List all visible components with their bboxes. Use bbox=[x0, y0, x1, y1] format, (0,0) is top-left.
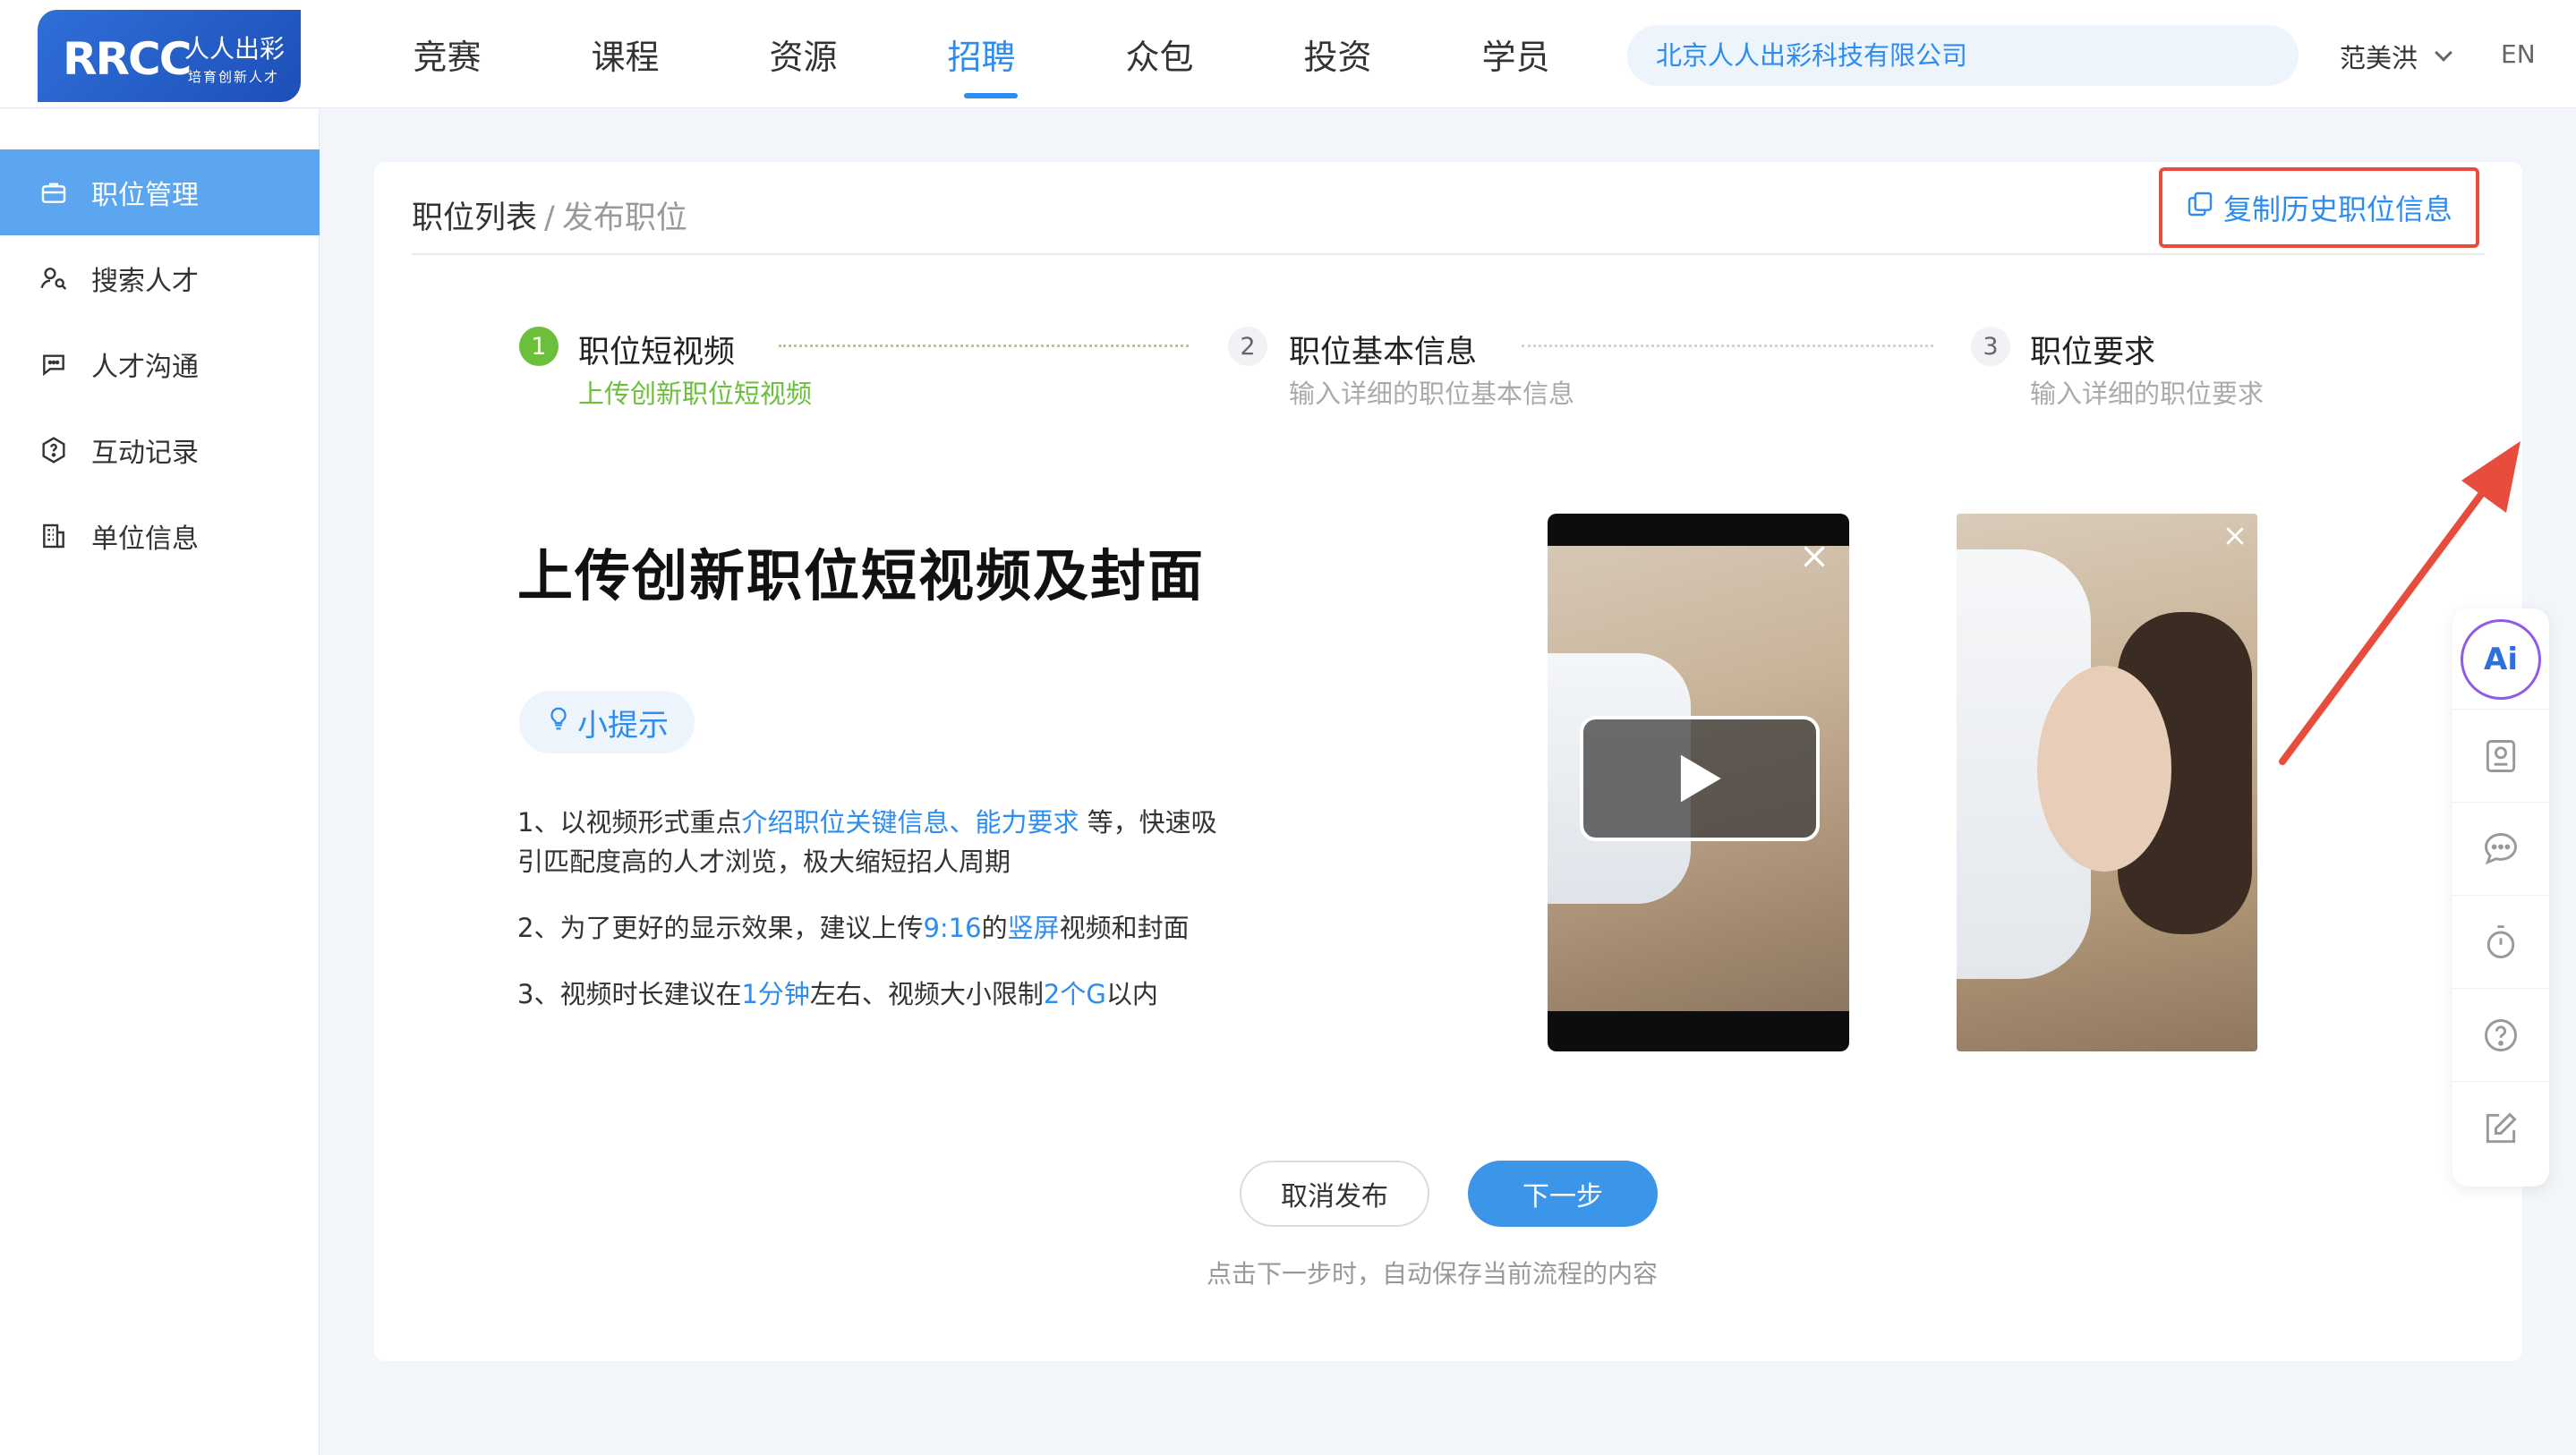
tip3-text-a: 3、视频时长建议在 bbox=[517, 979, 742, 1009]
logo-brand-text: RRCC bbox=[63, 33, 192, 85]
building-icon bbox=[39, 522, 68, 550]
edit-icon bbox=[2486, 1111, 2517, 1143]
nav-item-resources[interactable]: 资源 bbox=[714, 0, 892, 108]
message-icon bbox=[2485, 832, 2517, 864]
video-preview[interactable] bbox=[1548, 514, 1849, 1051]
breadcrumb-separator: / bbox=[544, 200, 555, 236]
tip3-duration: 1分钟 bbox=[741, 979, 810, 1009]
nav-item-students[interactable]: 学员 bbox=[1427, 0, 1605, 108]
sidebar-item-label: 职位管理 bbox=[91, 180, 199, 211]
user-menu[interactable]: 范美洪 bbox=[2340, 38, 2452, 75]
help-icon bbox=[2485, 1018, 2517, 1051]
copy-icon bbox=[2186, 190, 2214, 225]
sidebar-item-label: 人才沟通 bbox=[91, 352, 199, 383]
person-search-icon bbox=[39, 264, 68, 293]
sidebar-item-label: 搜索人才 bbox=[91, 266, 199, 297]
help-button[interactable] bbox=[2452, 988, 2549, 1081]
tip1-text-a: 1、以视频形式重点 bbox=[517, 807, 742, 838]
breadcrumb-current: 发布职位 bbox=[561, 200, 687, 236]
hexagon-question-icon bbox=[39, 436, 68, 464]
profile-card-button[interactable] bbox=[2452, 709, 2549, 802]
play-icon bbox=[1680, 754, 1721, 803]
logo-sub-text: 培育创新人才 bbox=[188, 69, 280, 85]
cover-preview[interactable] bbox=[1957, 514, 2257, 1051]
tip-paragraph-2: 2、为了更好的显示效果，建议上传9:16的竖屏视频和封面 bbox=[517, 908, 1190, 948]
tip-paragraph-3: 3、视频时长建议在1分钟左右、视频大小限制2个G以内 bbox=[517, 974, 1158, 1014]
step-connector-2 bbox=[1522, 345, 1933, 347]
sidebar-item-talent-chat[interactable]: 人才沟通 bbox=[0, 321, 320, 407]
sidebar: 职位管理 搜索人才 人才沟通 互动记录 单位信息 bbox=[0, 109, 320, 1455]
tip3-text-c: 左右、视频大小限制 bbox=[809, 979, 1044, 1009]
sidebar-item-label: 互动记录 bbox=[91, 438, 199, 469]
ai-assistant-button[interactable]: Ai bbox=[2461, 619, 2541, 700]
timer-button[interactable] bbox=[2452, 895, 2549, 988]
breadcrumb: 职位列表 / 发布职位 bbox=[412, 192, 687, 238]
sidebar-item-company-info[interactable]: 单位信息 bbox=[0, 493, 320, 579]
language-switch[interactable]: EN bbox=[2501, 39, 2536, 69]
nav-item-recruitment[interactable]: 招聘 bbox=[892, 0, 1070, 108]
header-divider bbox=[412, 253, 2485, 255]
lightbulb-icon bbox=[545, 704, 572, 740]
briefcase-icon bbox=[39, 178, 68, 207]
tip3-text-e: 以内 bbox=[1105, 979, 1158, 1009]
tip-paragraph-1: 1、以视频形式重点介绍职位关键信息、能力要求 等，快速吸 引匹配度高的人才浏览，… bbox=[517, 803, 1217, 881]
tip2-ratio: 9:16 bbox=[923, 913, 982, 943]
step-3-title: 职位要求 bbox=[2030, 335, 2156, 370]
edit-button[interactable] bbox=[2452, 1081, 2549, 1174]
copy-history-job-button[interactable]: 复制历史职位信息 bbox=[2159, 167, 2479, 248]
tip-label: 小提示 bbox=[577, 707, 669, 744]
breadcrumb-job-list[interactable]: 职位列表 bbox=[412, 200, 537, 236]
step-1-title: 职位短视频 bbox=[578, 335, 736, 370]
tip1-text-c: 等，快速吸 bbox=[1079, 807, 1217, 838]
step-connector-1 bbox=[779, 345, 1189, 347]
step-1-desc: 上传创新职位短视频 bbox=[578, 379, 813, 409]
main-nav: 竞赛 课程 资源 招聘 众包 投资 学员 bbox=[358, 0, 1605, 108]
tip1-highlight: 介绍职位关键信息、能力要求 bbox=[741, 807, 1079, 838]
copy-history-label: 复制历史职位信息 bbox=[2222, 192, 2452, 226]
sidebar-item-search-talent[interactable]: 搜索人才 bbox=[0, 235, 320, 321]
rrcc-logo[interactable]: RRCC 人人出彩 培育创新人才 bbox=[38, 10, 301, 102]
upload-section-title: 上传创新职位短视频及封面 bbox=[517, 543, 1206, 608]
nav-item-crowdsourcing[interactable]: 众包 bbox=[1070, 0, 1249, 108]
close-icon[interactable] bbox=[2222, 523, 2248, 549]
timer-icon bbox=[2486, 924, 2515, 958]
tip3-size: 2个G bbox=[1043, 979, 1106, 1009]
nav-item-courses[interactable]: 课程 bbox=[536, 0, 714, 108]
step-3-number: 3 bbox=[1971, 327, 2010, 366]
tip-badge: 小提示 bbox=[519, 691, 695, 753]
sidebar-item-job-management[interactable]: 职位管理 bbox=[0, 149, 320, 235]
step-2-title: 职位基本信息 bbox=[1289, 335, 1478, 370]
step-1-number: 1 bbox=[519, 327, 559, 366]
step-3-desc: 输入详细的职位要求 bbox=[2030, 379, 2265, 409]
nav-item-competition[interactable]: 竞赛 bbox=[358, 0, 536, 108]
cancel-publish-button[interactable]: 取消发布 bbox=[1240, 1161, 1429, 1227]
profile-card-icon bbox=[2486, 739, 2516, 772]
tip1-text-d: 引匹配度高的人才浏览，极大缩短招人周期 bbox=[517, 847, 1011, 877]
tip2-text-c: 的 bbox=[981, 913, 1008, 943]
autosave-hint: 点击下一步时，自动保存当前流程的内容 bbox=[1207, 1259, 1659, 1289]
chat-icon bbox=[39, 350, 68, 379]
floating-toolbar: Ai bbox=[2452, 608, 2549, 1187]
cover-person-face bbox=[2037, 666, 2171, 872]
message-button[interactable] bbox=[2452, 802, 2549, 895]
ai-label: Ai bbox=[2484, 642, 2518, 677]
nav-item-investment[interactable]: 投资 bbox=[1249, 0, 1427, 108]
sidebar-item-interaction-records[interactable]: 互动记录 bbox=[0, 407, 320, 493]
tip2-text-a: 2、为了更好的显示效果，建议上传 bbox=[517, 913, 924, 943]
close-icon[interactable] bbox=[1798, 540, 1830, 573]
step-2-number: 2 bbox=[1228, 327, 1267, 366]
step-2-desc: 输入详细的职位基本信息 bbox=[1289, 379, 1575, 409]
company-selector[interactable]: 北京人人出彩科技有限公司 bbox=[1627, 25, 2299, 86]
publish-job-card: 职位列表 / 发布职位 复制历史职位信息 1 职位短视频 上传创新职位短视频 2 职… bbox=[374, 162, 2522, 1361]
top-header: RRCC 人人出彩 培育创新人才 竞赛 课程 资源 招聘 众包 投资 学员 北京… bbox=[0, 0, 2576, 108]
next-step-button[interactable]: 下一步 bbox=[1468, 1161, 1658, 1227]
play-button[interactable] bbox=[1580, 716, 1820, 841]
chevron-down-icon bbox=[2435, 44, 2452, 62]
logo-cn-text: 人人出彩 bbox=[184, 34, 286, 64]
tip2-text-e: 视频和封面 bbox=[1059, 913, 1190, 943]
tip2-vertical: 竖屏 bbox=[1007, 913, 1060, 943]
user-name: 范美洪 bbox=[2340, 43, 2418, 73]
sidebar-item-label: 单位信息 bbox=[91, 523, 199, 555]
